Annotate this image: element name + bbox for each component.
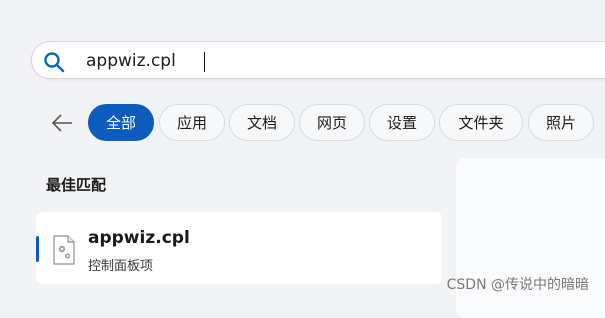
best-match-heading: 最佳匹配 [46, 176, 107, 194]
search-icon [44, 52, 65, 73]
search-box[interactable] [31, 41, 605, 79]
filter-chip-web[interactable]: 网页 [299, 104, 365, 141]
arrow-left-icon [51, 114, 72, 132]
filter-chip-photos[interactable]: 照片 [528, 104, 594, 141]
filter-chip-documents[interactable]: 文档 [229, 104, 295, 141]
search-input[interactable] [86, 48, 486, 74]
filter-chip-settings[interactable]: 设置 [369, 104, 435, 141]
text-caret [204, 52, 205, 72]
search-panel: 全部 应用 文档 网页 设置 文件夹 照片 最佳匹配 appwiz.cpl 控制… [0, 0, 605, 318]
filter-chip-apps[interactable]: 应用 [159, 104, 225, 141]
filter-chip-folders[interactable]: 文件夹 [439, 104, 523, 141]
preview-pane [456, 158, 605, 318]
best-match-result[interactable]: appwiz.cpl 控制面板项 [36, 212, 442, 284]
settings-file-icon [53, 235, 75, 265]
filter-chip-all[interactable]: 全部 [88, 104, 154, 141]
result-subtitle: 控制面板项 [88, 259, 154, 274]
selection-indicator [36, 236, 39, 262]
watermark: CSDN @传说中的暗暗 [446, 277, 589, 293]
back-button[interactable] [46, 107, 78, 139]
result-name: appwiz.cpl [88, 228, 190, 248]
